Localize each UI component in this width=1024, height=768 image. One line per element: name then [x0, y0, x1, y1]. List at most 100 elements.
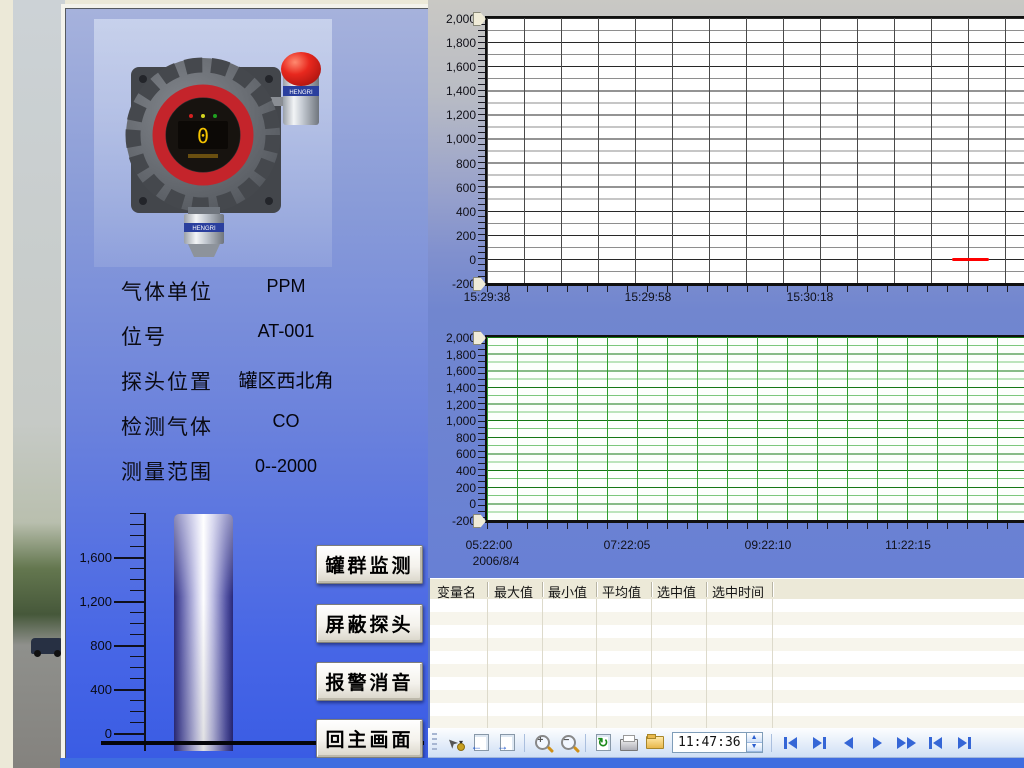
jump-end-button[interactable]: [952, 733, 977, 753]
time-spin-down-icon[interactable]: ▼: [747, 743, 762, 753]
y-axis-label: 1,400: [430, 84, 476, 98]
gauge-major-tick: [114, 645, 144, 647]
time-spin-up-icon[interactable]: ▲: [747, 733, 762, 743]
sensor-brand-label: HENGRI: [192, 226, 216, 232]
alarm-beacon-dome: [281, 52, 321, 86]
header-separator: [596, 582, 597, 597]
x-axis-ticks: [487, 523, 1024, 529]
tank-group-monitor-button[interactable]: 罐群监测: [316, 545, 423, 584]
header-separator: [706, 582, 707, 597]
x-axis-label: 07:22:05: [604, 538, 651, 552]
bottom-status-band: [60, 758, 1024, 768]
hmi-screen: HENGRI 0 HENGRI 气体单位PPM位号AT-001探头位置罐区西北角…: [0, 0, 1024, 768]
x-axis-label: 11:22:15: [885, 538, 931, 552]
time-spinner-value[interactable]: 11:47:36: [673, 735, 746, 750]
gauge-level-bar: [174, 514, 233, 751]
y-axis-label: 1,800: [430, 348, 476, 362]
x-axis-label: 15:29:38: [464, 290, 511, 304]
history-trend-plot[interactable]: [485, 335, 1024, 523]
jump-start-button[interactable]: [923, 733, 948, 753]
y-axis-label: 1,800: [430, 36, 476, 50]
y-axis-label: 1,600: [430, 364, 476, 378]
y-axis-label: 400: [430, 464, 476, 478]
toolbar-separator: [771, 734, 772, 752]
trend-pen-red-segment: [952, 258, 989, 261]
y-axis-label: 400: [430, 205, 476, 219]
field-row: 检测气体CO: [66, 411, 428, 443]
toolbar-separator: [524, 734, 525, 752]
y-axis-label: 1,000: [430, 132, 476, 146]
y-axis-label: 1,000: [430, 414, 476, 428]
field-label: 检测气体: [121, 411, 213, 441]
field-value: 0--2000: [216, 456, 356, 477]
y-axis-label: 600: [430, 447, 476, 461]
y-axis-label: 1,200: [430, 398, 476, 412]
trend-toolbar: ➤▾←→ +−↻ 11:47:36 ▲ ▼: [428, 728, 1024, 758]
table-body[interactable]: [430, 599, 1024, 728]
y-axis-label: -200: [430, 514, 476, 528]
y-axis-ticks: [478, 18, 485, 283]
device-display-value: 0: [197, 124, 209, 148]
y-axis-label: -200: [430, 277, 476, 291]
realtime-trend-chart: 2,0001,8001,6001,4001,2001,0008006004002…: [428, 0, 1024, 310]
desktop-wallpaper-photo: [13, 0, 65, 768]
y-axis-label: 800: [430, 431, 476, 445]
step-back-button[interactable]: [836, 733, 861, 753]
table-column-line: [596, 599, 597, 728]
table-column-line: [772, 599, 773, 728]
sensor-tip: [188, 244, 220, 257]
y-axis-label: 1,400: [430, 381, 476, 395]
header-separator: [772, 582, 773, 597]
alarm-mute-button[interactable]: 报警消音: [316, 662, 423, 701]
y-axis-ticks: [478, 337, 485, 520]
gas-detector-image: HENGRI 0 HENGRI: [91, 31, 331, 261]
shield-probe-button[interactable]: 屏蔽探头: [316, 604, 423, 643]
zoom-in-icon[interactable]: +: [530, 732, 554, 754]
x-axis-date-label: 2006/8/4: [473, 554, 520, 568]
last-frame-button[interactable]: [807, 733, 832, 753]
y-axis-label: 800: [430, 157, 476, 171]
toolbar-grip-handle[interactable]: [432, 733, 437, 753]
select-tool-icon[interactable]: ➤▾: [443, 732, 467, 754]
photo-car: [31, 638, 65, 654]
gauge-minor-ticks: [130, 513, 144, 734]
history-trend-chart: 2,0001,8001,6001,4001,2001,0008006004002…: [428, 310, 1024, 578]
x-axis-label: 09:22:10: [745, 538, 792, 552]
field-row: 测量范围0--2000: [66, 456, 428, 488]
table-column-line: [542, 599, 543, 728]
field-label: 测量范围: [121, 456, 213, 486]
field-value: PPM: [216, 276, 356, 297]
field-value: AT-001: [216, 321, 356, 342]
x-axis-label: 15:30:18: [787, 290, 834, 304]
beacon-brand-label: HENGRI: [289, 90, 313, 96]
y-axis-label: 0: [430, 497, 476, 511]
properties-icon[interactable]: [643, 732, 667, 754]
prev-page-icon[interactable]: ←: [469, 732, 493, 754]
gauge-tick-label: 800: [68, 638, 112, 653]
trend-and-report-area: 2,0001,8001,6001,4001,2001,0008006004002…: [428, 0, 1024, 758]
back-to-main-button[interactable]: 回主画面: [316, 719, 423, 758]
header-separator: [487, 582, 488, 597]
zoom-out-icon[interactable]: −: [556, 732, 580, 754]
step-forward-button[interactable]: [865, 733, 890, 753]
fast-forward-button[interactable]: [894, 733, 919, 753]
y-axis-label: 0: [430, 253, 476, 267]
y-axis-label: 1,600: [430, 60, 476, 74]
table-column-line: [706, 599, 707, 728]
field-value: 罐区西北角: [216, 366, 356, 393]
header-separator: [651, 582, 652, 597]
table-column-line: [487, 599, 488, 728]
table-header-row: 变量名最大值最小值平均值选中值选中时间: [430, 578, 1024, 601]
realtime-trend-plot[interactable]: [485, 16, 1024, 286]
first-frame-button[interactable]: [778, 733, 803, 753]
print-icon[interactable]: [617, 732, 641, 754]
y-axis-label: 1,200: [430, 108, 476, 122]
next-page-icon[interactable]: →: [495, 732, 519, 754]
table-column-line: [651, 599, 652, 728]
field-row: 探头位置罐区西北角: [66, 366, 428, 398]
refresh-icon[interactable]: ↻: [591, 732, 615, 754]
y-axis-label: 200: [430, 229, 476, 243]
field-row: 气体单位PPM: [66, 276, 428, 308]
gauge-tick-label: 1,600: [68, 550, 112, 565]
time-spinner[interactable]: 11:47:36 ▲ ▼: [672, 732, 763, 753]
